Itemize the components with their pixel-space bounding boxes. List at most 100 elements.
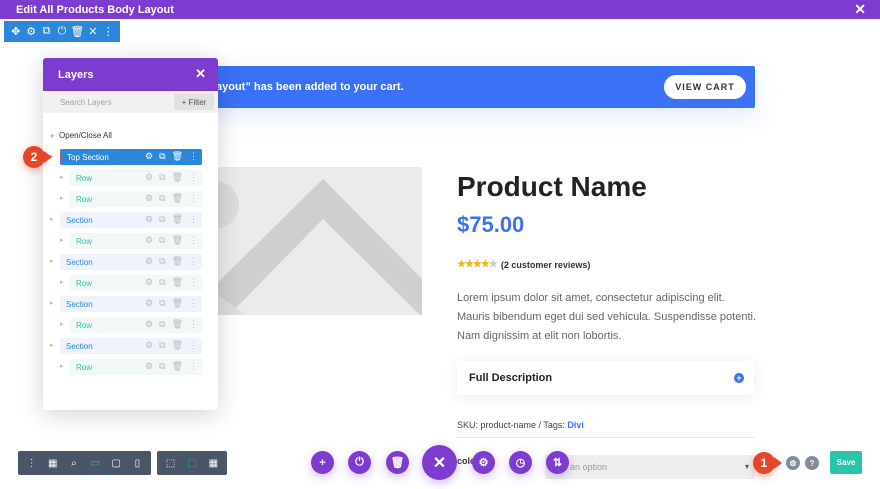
phone-icon[interactable]: ▯: [129, 458, 145, 469]
gear-icon[interactable]: ⚙: [145, 256, 153, 267]
wireframe-icon[interactable]: ▦: [45, 458, 61, 469]
plus-icon[interactable]: +: [734, 373, 744, 383]
gear-icon[interactable]: ⚙: [145, 235, 153, 246]
expand-icon[interactable]: ▸: [60, 173, 64, 181]
close-icon[interactable]: ✕: [86, 25, 100, 38]
gear-icon[interactable]: ⚙: [145, 361, 153, 372]
duplicate-icon[interactable]: ⧉: [159, 151, 165, 162]
more-icon[interactable]: ⋮: [189, 193, 198, 204]
more-icon[interactable]: ⋮: [189, 298, 198, 309]
more-icon[interactable]: ⋮: [24, 458, 40, 469]
trash-icon[interactable]: 🗑: [386, 451, 409, 474]
add-icon[interactable]: +: [311, 451, 334, 474]
expand-icon[interactable]: ▸: [60, 236, 64, 244]
layer-section-item[interactable]: ▸ Top Section ⚙ ⧉ 🗑 ⋮: [50, 149, 202, 165]
expand-icon[interactable]: ▸: [60, 278, 64, 286]
power-icon[interactable]: ⏻: [348, 451, 371, 474]
duplicate-icon[interactable]: ⧉: [159, 214, 165, 225]
trash-icon[interactable]: 🗑: [172, 151, 183, 162]
trash-icon[interactable]: 🗑: [172, 340, 183, 351]
trash-icon[interactable]: 🗑: [172, 277, 183, 288]
move-icon[interactable]: ✥: [9, 25, 23, 38]
gear-icon[interactable]: ⚙: [145, 172, 153, 183]
settings-icon[interactable]: ⚙: [472, 451, 495, 474]
gear-icon[interactable]: ⚙: [145, 151, 153, 162]
more-icon[interactable]: ⋮: [189, 340, 198, 351]
gear-icon[interactable]: ⚙: [145, 319, 153, 330]
portability-icon[interactable]: ⇅: [546, 451, 569, 474]
expand-icon[interactable]: ▸: [60, 320, 64, 328]
color-select[interactable]: k an option ▾: [545, 455, 755, 479]
more-icon[interactable]: ⋮: [189, 235, 198, 246]
close-icon[interactable]: ✕: [422, 445, 457, 480]
gear-icon[interactable]: ⚙: [145, 340, 153, 351]
hover-mode-icon[interactable]: ⬚: [184, 458, 200, 469]
click-mode-icon[interactable]: ⬚: [163, 458, 179, 469]
layer-section-item[interactable]: ▸ Section ⚙ ⧉ 🗑 ⋮: [50, 212, 202, 228]
tag-link[interactable]: Divi: [567, 420, 584, 430]
expand-icon[interactable]: ▸: [60, 362, 64, 370]
more-icon[interactable]: ⋮: [189, 361, 198, 372]
layer-row-item[interactable]: ▸ Row ⚙ ⧉ 🗑 ⋮: [60, 170, 202, 186]
gear-icon[interactable]: ⚙: [145, 277, 153, 288]
duplicate-icon[interactable]: ⧉: [40, 25, 54, 38]
save-button[interactable]: Save: [830, 451, 862, 474]
duplicate-icon[interactable]: ⧉: [159, 361, 165, 372]
duplicate-icon[interactable]: ⧉: [159, 172, 165, 183]
gear-icon[interactable]: ⚙: [145, 298, 153, 309]
more-icon[interactable]: ⋮: [189, 256, 198, 267]
duplicate-icon[interactable]: ⧉: [159, 193, 165, 204]
full-description-toggle[interactable]: Full Description +: [457, 361, 754, 395]
layer-row-item[interactable]: ▸ Row ⚙ ⧉ 🗑 ⋮: [60, 233, 202, 249]
duplicate-icon[interactable]: ⧉: [159, 319, 165, 330]
trash-icon[interactable]: 🗑: [172, 172, 183, 183]
trash-icon[interactable]: 🗑: [172, 193, 183, 204]
gear-icon[interactable]: ⚙: [24, 25, 38, 38]
duplicate-icon[interactable]: ⧉: [159, 340, 165, 351]
tablet-icon[interactable]: ▢: [108, 458, 124, 469]
layer-row-item[interactable]: ▸ Row ⚙ ⧉ 🗑 ⋮: [60, 275, 202, 291]
trash-icon[interactable]: 🗑: [172, 298, 183, 309]
grid-mode-icon[interactable]: ▦: [205, 458, 221, 469]
layer-row-item[interactable]: ▸ Row ⚙ ⧉ 🗑 ⋮: [60, 359, 202, 375]
duplicate-icon[interactable]: ⧉: [159, 256, 165, 267]
layer-section-item[interactable]: ▸ Section ⚙ ⧉ 🗑 ⋮: [50, 296, 202, 312]
open-close-all[interactable]: ▸ Open/Close All: [51, 131, 112, 140]
more-icon[interactable]: ⋮: [101, 25, 115, 38]
more-icon[interactable]: ⋮: [189, 172, 198, 183]
duplicate-icon[interactable]: ⧉: [159, 277, 165, 288]
expand-icon[interactable]: ▸: [50, 215, 54, 223]
close-icon[interactable]: ✕: [195, 66, 206, 82]
trash-icon[interactable]: 🗑: [70, 25, 84, 38]
gear-icon[interactable]: ⚙: [145, 193, 153, 204]
expand-icon[interactable]: ▸: [60, 194, 64, 202]
layer-row-item[interactable]: ▸ Row ⚙ ⧉ 🗑 ⋮: [60, 317, 202, 333]
trash-icon[interactable]: 🗑: [172, 256, 183, 267]
duplicate-icon[interactable]: ⧉: [159, 235, 165, 246]
duplicate-icon[interactable]: ⧉: [159, 298, 165, 309]
trash-icon[interactable]: 🗑: [172, 361, 183, 372]
more-icon[interactable]: ⋮: [189, 214, 198, 225]
layer-section-item[interactable]: ▸ Section ⚙ ⧉ 🗑 ⋮: [50, 338, 202, 354]
more-icon[interactable]: ⋮: [189, 319, 198, 330]
layers-search-input[interactable]: Search Layers + Filter: [43, 91, 218, 113]
filter-button[interactable]: + Filter: [174, 94, 214, 110]
settings-icon[interactable]: ⚙: [786, 456, 800, 470]
history-icon[interactable]: ◷: [509, 451, 532, 474]
zoom-icon[interactable]: ⌕: [66, 458, 82, 469]
power-icon[interactable]: ⏻: [55, 25, 69, 38]
layer-section-item[interactable]: ▸ Section ⚙ ⧉ 🗑 ⋮: [50, 254, 202, 270]
trash-icon[interactable]: 🗑: [172, 319, 183, 330]
view-cart-button[interactable]: VIEW CART: [664, 75, 746, 99]
trash-icon[interactable]: 🗑: [172, 235, 183, 246]
expand-icon[interactable]: ▸: [50, 299, 54, 307]
expand-icon[interactable]: ▸: [50, 341, 54, 349]
close-icon[interactable]: ✕: [854, 1, 866, 18]
gear-icon[interactable]: ⚙: [145, 214, 153, 225]
expand-icon[interactable]: ▸: [50, 257, 54, 265]
help-icon[interactable]: ?: [805, 456, 819, 470]
more-icon[interactable]: ⋮: [189, 277, 198, 288]
trash-icon[interactable]: 🗑: [172, 214, 183, 225]
more-icon[interactable]: ⋮: [189, 151, 198, 162]
desktop-icon[interactable]: ▭: [87, 458, 103, 469]
